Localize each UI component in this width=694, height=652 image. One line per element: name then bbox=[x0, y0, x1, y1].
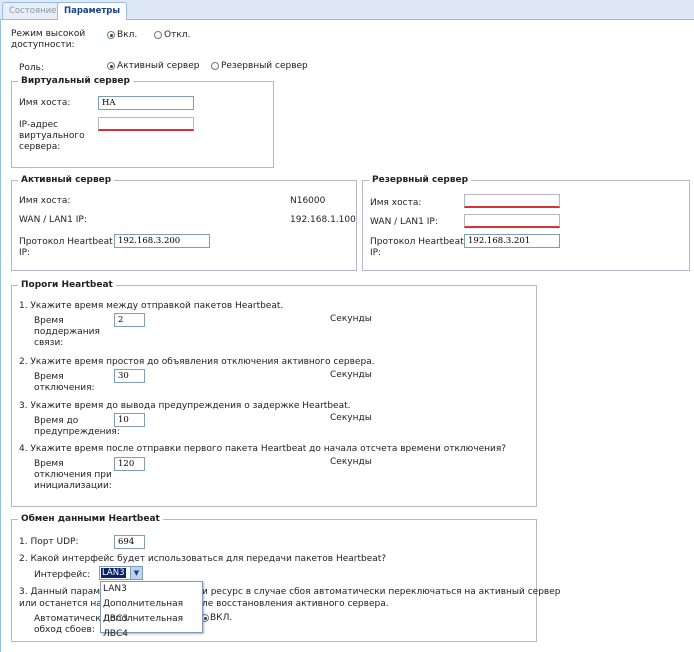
virtual-hostname-input[interactable]: HA bbox=[98, 96, 194, 110]
active-hb-input[interactable]: 192.168.3.200 bbox=[114, 234, 210, 248]
tab-bar: Состояние Параметры bbox=[0, 0, 694, 20]
role-active-radio[interactable] bbox=[107, 62, 115, 70]
standby-hb-label: Протокол Heartbeat IP: bbox=[370, 237, 464, 258]
deadtime-input[interactable]: 30 bbox=[114, 369, 145, 383]
failback-label: Автоматически обход сбоев: bbox=[34, 614, 107, 635]
interface-select[interactable]: LAN3 ▼ bbox=[99, 566, 143, 580]
active-server-legend: Активный сервер bbox=[21, 175, 112, 185]
init-input[interactable]: 120 bbox=[114, 457, 145, 471]
ha-mode-label: Режим высокой доступности: bbox=[11, 29, 86, 50]
exchange-q3-left-1: 3. Данный параме bbox=[19, 587, 106, 597]
udp-port-input[interactable]: 694 bbox=[114, 535, 145, 549]
standby-hostname-input[interactable] bbox=[464, 194, 560, 208]
ha-off-label: Откл. bbox=[164, 30, 191, 40]
keepalive-input[interactable]: 2 bbox=[114, 313, 145, 327]
standby-hb-input[interactable]: 192.168.3.201 bbox=[464, 234, 560, 248]
active-hostname-label: Имя хоста: bbox=[19, 196, 71, 206]
interface-option-aux-lan3[interactable]: Дополнительная ЛВС3 bbox=[101, 597, 202, 624]
exchange-q2: 2. Какой интерфейс будет использоваться … bbox=[19, 554, 387, 564]
warn-label: Время до предупреждения: bbox=[34, 416, 120, 437]
ha-on-radio[interactable] bbox=[107, 31, 115, 39]
init-label: Время отключения при инициализации: bbox=[34, 459, 112, 491]
interface-select-value: LAN3 bbox=[101, 568, 126, 578]
active-hostname-value: N16000 bbox=[290, 196, 326, 206]
failback-on-label: ВКЛ. bbox=[210, 613, 233, 623]
thresholds-legend: Пороги Heartbeat bbox=[21, 280, 113, 290]
deadtime-unit: Секунды bbox=[330, 370, 372, 380]
threshold-q1: 1. Укажите время между отправкой пакетов… bbox=[19, 301, 284, 311]
virtual-ip-label: IP-адрес виртуального сервера: bbox=[19, 120, 85, 152]
interface-option-lan3[interactable]: LAN3 bbox=[101, 582, 202, 597]
tab-parameters[interactable]: Параметры bbox=[57, 2, 128, 20]
exchange-legend: Обмен данными Heartbeat bbox=[21, 514, 160, 524]
active-wan-label: WAN / LAN1 IP: bbox=[19, 215, 87, 225]
role-standby-radio[interactable] bbox=[211, 62, 219, 70]
standby-server-legend: Резервный сервер bbox=[372, 175, 469, 185]
warn-input[interactable]: 10 bbox=[114, 413, 145, 427]
virtual-hostname-label: Имя хоста: bbox=[19, 98, 71, 108]
virtual-server-legend: Виртуальный сервер bbox=[21, 76, 130, 86]
deadtime-label: Время отключения: bbox=[34, 372, 95, 393]
exchange-q3-left-2: или останется на bbox=[19, 599, 102, 609]
standby-hostname-label: Имя хоста: bbox=[370, 198, 422, 208]
role-standby-label: Резервный сервер bbox=[221, 61, 308, 71]
keepalive-unit: Секунды bbox=[330, 314, 372, 324]
keepalive-label: Время поддержания связи: bbox=[34, 316, 100, 348]
standby-wan-label: WAN / LAN1 IP: bbox=[370, 217, 438, 227]
standby-wan-input[interactable] bbox=[464, 214, 560, 228]
exchange-q3-right-2: ле восстановления активного сервера. bbox=[202, 599, 389, 609]
init-unit: Секунды bbox=[330, 457, 372, 467]
udp-port-label: 1. Порт UDP: bbox=[19, 537, 79, 547]
ha-off-radio[interactable] bbox=[154, 31, 162, 39]
interface-label: Интерфейс: bbox=[34, 570, 91, 580]
threshold-q2: 2. Укажите время простоя до объявления о… bbox=[19, 357, 375, 367]
active-hb-label: Протокол Heartbeat IP: bbox=[19, 237, 113, 258]
active-wan-value: 192.168.1.100 bbox=[290, 215, 356, 225]
interface-option-aux-lan4[interactable]: Дополнительная ЛВС4 bbox=[101, 612, 202, 639]
warn-unit: Секунды bbox=[330, 413, 372, 423]
role-active-label: Активный сервер bbox=[117, 61, 200, 71]
role-label: Роль: bbox=[19, 63, 45, 73]
exchange-q3-right-1: и ресурс в случае сбоя автоматически пер… bbox=[202, 587, 561, 597]
ha-on-label: Вкл. bbox=[117, 30, 138, 40]
virtual-ip-input[interactable] bbox=[98, 117, 194, 131]
threshold-q3: 3. Укажите время до вывода предупреждени… bbox=[19, 401, 351, 411]
interface-dropdown: LAN3 Дополнительная ЛВС3 Дополнительная … bbox=[100, 581, 203, 639]
tab-status[interactable]: Состояние bbox=[2, 2, 64, 19]
threshold-q4: 4. Укажите время после отправки первого … bbox=[19, 444, 507, 454]
chevron-down-icon[interactable]: ▼ bbox=[130, 567, 142, 579]
